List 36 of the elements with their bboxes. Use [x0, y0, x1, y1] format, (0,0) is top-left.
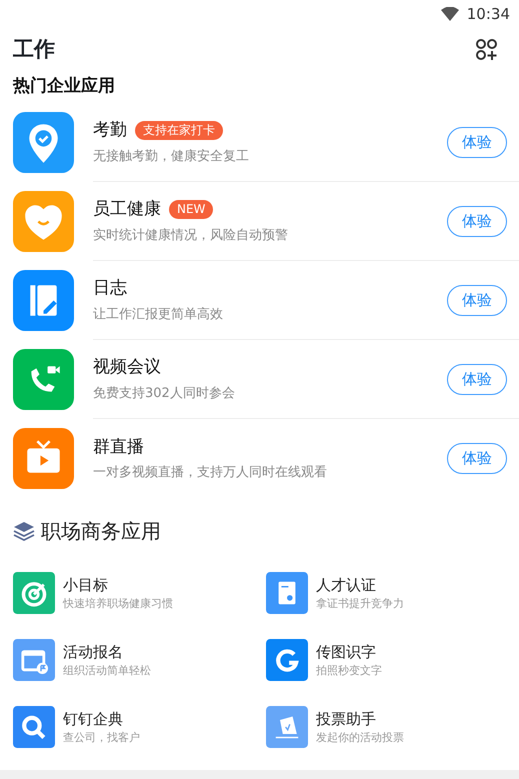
app-name: 群直播	[93, 436, 144, 458]
app-description: 无接触考勤，健康安全复工	[93, 148, 250, 166]
app-description: 查公司，找客户	[63, 730, 140, 746]
app-description: 一对多视频直播，支持万人同时在线观看	[93, 464, 328, 482]
app-name: 钉钉企典	[63, 708, 124, 730]
app-description: 免费支持302人同时参会	[93, 384, 236, 402]
app-name: 传图识字	[316, 642, 377, 662]
app-description: 发起你的活动投票	[316, 730, 404, 746]
app-name: 视频会议	[93, 356, 161, 379]
app-description: 拍照秒变文字	[316, 663, 382, 679]
app-tag: 支持在家打卡	[135, 121, 223, 140]
clock-time: 10:34	[466, 4, 510, 25]
app-name: 活动报名	[63, 642, 124, 662]
app-name: 员工健康	[93, 198, 161, 221]
app-name: 人才认证	[316, 574, 377, 596]
app-description: 快速培养职场健康习惯	[63, 596, 173, 612]
app-description: 让工作汇报更简单高效	[93, 306, 224, 324]
app-name: 投票助手	[316, 708, 377, 730]
add-app-icon[interactable]	[476, 38, 498, 61]
try-button[interactable]: 体验	[447, 206, 507, 236]
app-tag: NEW	[169, 200, 214, 220]
wifi-icon	[440, 7, 459, 21]
section-title: 热门企业应用	[12, 74, 116, 98]
layers-icon	[13, 520, 35, 542]
app-description: 实时统计健康情况，风险自动预警	[93, 226, 289, 244]
page-title: 工作	[13, 36, 55, 63]
app-name: 日志	[93, 277, 127, 300]
app-description: 拿证书提升竞争力	[316, 596, 404, 612]
try-button[interactable]: 体验	[447, 443, 507, 474]
app-name: 考勤	[93, 119, 127, 142]
section-title: 职场商务应用	[41, 518, 161, 545]
try-button[interactable]: 体验	[447, 284, 507, 316]
try-button[interactable]: 体验	[447, 126, 507, 158]
try-button[interactable]: 体验	[447, 364, 507, 394]
app-description: 组织活动简单轻松	[63, 663, 151, 679]
app-name: 小目标	[63, 574, 109, 596]
